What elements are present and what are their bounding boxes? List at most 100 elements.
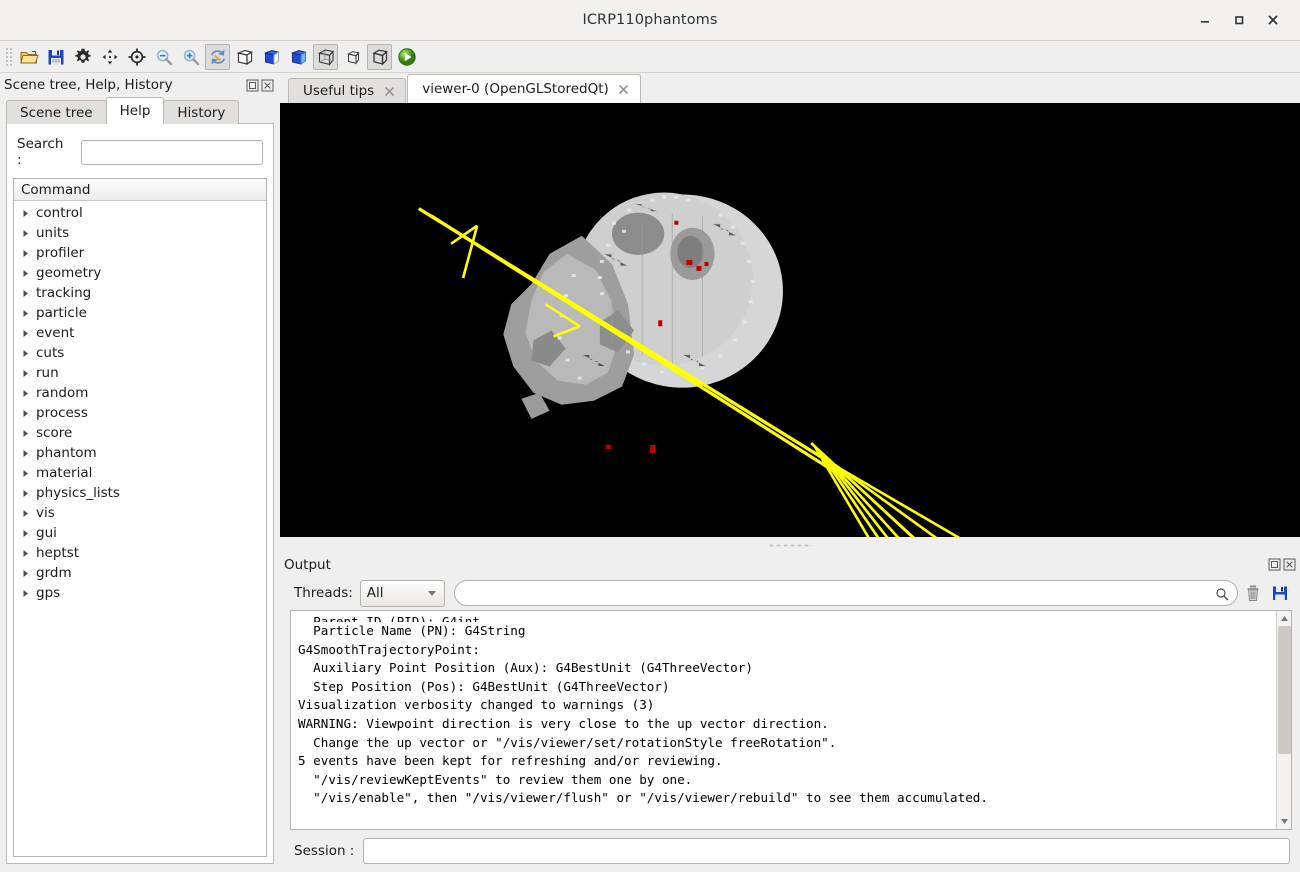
- expand-arrow-icon[interactable]: [22, 289, 36, 298]
- opengl-viewport[interactable]: [280, 103, 1300, 537]
- tree-item-particle[interactable]: particle: [14, 303, 266, 323]
- scroll-down-arrow[interactable]: [1276, 814, 1291, 829]
- tree-item-control[interactable]: control: [14, 203, 266, 223]
- tab-useful-tips[interactable]: Useful tips: [288, 78, 407, 103]
- tree-item-heptst[interactable]: heptst: [14, 543, 266, 563]
- tree-item-physics_lists[interactable]: physics_lists: [14, 483, 266, 503]
- expand-arrow-icon[interactable]: [22, 349, 36, 358]
- expand-arrow-icon[interactable]: [22, 389, 36, 398]
- tree-item-cuts[interactable]: cuts: [14, 343, 266, 363]
- close-button[interactable]: [261, 79, 274, 92]
- maximize-button[interactable]: [1222, 5, 1256, 35]
- open-icon[interactable]: [16, 44, 41, 70]
- zoom-in-icon[interactable]: [178, 44, 203, 70]
- tab-label: Scene tree: [20, 104, 93, 121]
- tree-item-random[interactable]: random: [14, 383, 266, 403]
- float-button[interactable]: [1268, 558, 1281, 571]
- output-text-area[interactable]: Parent ID (PID): G4int Particle Name (PN…: [290, 610, 1292, 830]
- save-output-button[interactable]: [1268, 580, 1292, 606]
- minimize-button[interactable]: [1188, 5, 1222, 35]
- scroll-track[interactable]: [1276, 626, 1291, 814]
- window-title: ICRP110phantoms: [582, 12, 718, 28]
- tree-item-process[interactable]: process: [14, 403, 266, 423]
- close-button[interactable]: [1256, 5, 1290, 35]
- tree-item-event[interactable]: event: [14, 323, 266, 343]
- tree-item-label: particle: [36, 305, 87, 321]
- tree-item-tracking[interactable]: tracking: [14, 283, 266, 303]
- tree-item-phantom[interactable]: phantom: [14, 443, 266, 463]
- run-beam-on-icon[interactable]: [394, 44, 419, 70]
- session-input[interactable]: [363, 838, 1290, 864]
- tree-item-geometry[interactable]: geometry: [14, 263, 266, 283]
- expand-arrow-icon[interactable]: [22, 269, 36, 278]
- viewport-output-splitter[interactable]: [280, 537, 1300, 553]
- expand-arrow-icon[interactable]: [22, 529, 36, 538]
- wireframe-icon[interactable]: [232, 44, 257, 70]
- expand-arrow-icon[interactable]: [22, 569, 36, 578]
- surface-icon[interactable]: [286, 44, 311, 70]
- scroll-up-arrow[interactable]: [1276, 611, 1291, 626]
- expand-arrow-icon[interactable]: [22, 449, 36, 458]
- output-line: "/vis/reviewKeptEvents" to review them o…: [298, 771, 693, 787]
- scroll-thumb[interactable]: [1277, 626, 1291, 754]
- tree-item-label: process: [36, 405, 88, 421]
- rotate-icon[interactable]: [205, 43, 230, 70]
- tree-item-label: vis: [36, 505, 55, 521]
- tree-item-label: material: [36, 465, 93, 481]
- output-filter-input[interactable]: [453, 580, 1238, 606]
- expand-arrow-icon[interactable]: [22, 369, 36, 378]
- expand-arrow-icon[interactable]: [22, 589, 36, 598]
- output-line: Step Position (Pos): G4BestUnit (G4Three…: [298, 678, 670, 694]
- save-icon[interactable]: [43, 44, 68, 70]
- application-window: ICRP110phantoms Scene tree, Help, Histor…: [0, 0, 1300, 872]
- gear-icon[interactable]: [70, 44, 95, 70]
- expand-arrow-icon[interactable]: [22, 209, 36, 218]
- tab-viewer-0[interactable]: viewer-0 (OpenGLStoredQt): [407, 74, 641, 103]
- tab-help[interactable]: Help: [105, 97, 165, 124]
- expand-arrow-icon[interactable]: [22, 469, 36, 478]
- output-filter-wrap: [445, 580, 1238, 606]
- expand-arrow-icon[interactable]: [22, 309, 36, 318]
- pick-icon[interactable]: [124, 44, 149, 70]
- tab-history[interactable]: History: [163, 100, 240, 124]
- tree-item-gui[interactable]: gui: [14, 523, 266, 543]
- threads-select[interactable]: All: [359, 579, 445, 607]
- tree-item-units[interactable]: units: [14, 223, 266, 243]
- clear-output-button[interactable]: [1241, 580, 1265, 606]
- tree-item-score[interactable]: score: [14, 423, 266, 443]
- command-tree-header: Command: [14, 179, 266, 201]
- command-tree-list[interactable]: control units profiler geometry tracking part…: [14, 201, 266, 856]
- expand-arrow-icon[interactable]: [22, 549, 36, 558]
- move-icon[interactable]: [97, 44, 122, 70]
- tree-item-vis[interactable]: vis: [14, 503, 266, 523]
- tree-item-label: control: [36, 205, 83, 221]
- left-dock-title-bar: Scene tree, Help, History: [0, 73, 280, 97]
- output-vertical-scrollbar[interactable]: [1276, 611, 1291, 829]
- expand-arrow-icon[interactable]: [22, 509, 36, 518]
- expand-arrow-icon[interactable]: [22, 489, 36, 498]
- expand-arrow-icon[interactable]: [22, 409, 36, 418]
- tree-item-gps[interactable]: gps: [14, 583, 266, 603]
- close-button[interactable]: [1283, 558, 1296, 571]
- tab-scene-tree[interactable]: Scene tree: [6, 100, 107, 124]
- search-input[interactable]: [81, 139, 263, 165]
- expand-arrow-icon[interactable]: [22, 429, 36, 438]
- toolbar-grip[interactable]: [4, 45, 12, 68]
- perspective-cube-icon[interactable]: [313, 43, 338, 70]
- cube-outline-icon[interactable]: [367, 43, 392, 70]
- output-line: Auxiliary Point Position (Aux): G4BestUn…: [298, 660, 753, 676]
- close-icon[interactable]: [618, 83, 630, 95]
- float-button[interactable]: [246, 79, 259, 92]
- expand-arrow-icon[interactable]: [22, 249, 36, 258]
- tree-item-profiler[interactable]: profiler: [14, 243, 266, 263]
- tree-item-grdm[interactable]: grdm: [14, 563, 266, 583]
- tree-item-material[interactable]: material: [14, 463, 266, 483]
- expand-arrow-icon[interactable]: [22, 229, 36, 238]
- ortho-cube-icon[interactable]: [340, 44, 365, 70]
- close-icon[interactable]: [383, 85, 395, 97]
- expand-arrow-icon[interactable]: [22, 329, 36, 338]
- hidden-line-removal-icon[interactable]: [259, 44, 284, 70]
- zoom-out-icon[interactable]: [151, 44, 176, 70]
- tree-item-run[interactable]: run: [14, 363, 266, 383]
- output-dock: Output Threads: All Parent ID (PID): G4i…: [280, 553, 1300, 872]
